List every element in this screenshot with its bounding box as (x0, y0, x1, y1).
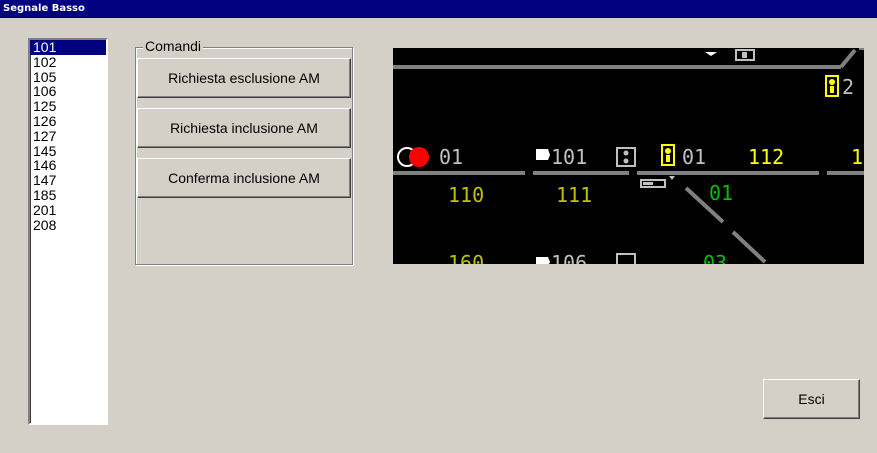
track-label: 03 (703, 251, 727, 264)
signal-label: 106 (551, 251, 587, 264)
signal-list-item[interactable]: 101 (30, 40, 106, 55)
signal-label: 101 (551, 145, 587, 169)
track-label: 01 (709, 181, 733, 205)
diagonal-track (839, 48, 857, 69)
signal-label: 01 (439, 145, 463, 169)
signal-list-item[interactable]: 146 (30, 158, 106, 173)
signal-list-item[interactable]: 208 (30, 217, 106, 233)
track-segment (393, 171, 525, 175)
signal-box-icon (616, 253, 636, 264)
confirm-inclusion-button[interactable]: Conferma inclusione AM (137, 158, 351, 198)
signal-list-item[interactable]: 147 (30, 173, 106, 188)
signal-list-item[interactable]: 105 (30, 69, 106, 85)
signal-label: 2 (842, 75, 854, 99)
track-diagram-panel: 2 01 101 01 112 1 110 111 01 160 106 03 (393, 48, 864, 264)
track-label: 160 (448, 251, 484, 264)
signal-list-item[interactable]: 125 (30, 99, 106, 114)
signal-list-item[interactable]: 106 (30, 84, 106, 99)
track-label: 112 (748, 145, 784, 169)
track-label: 111 (556, 183, 592, 207)
commands-group-label: Comandi (143, 38, 204, 54)
signal-list-item[interactable]: 145 (30, 143, 106, 159)
track-diagram: 2 01 101 01 112 1 110 111 01 160 106 03 (393, 48, 864, 264)
signal-listbox[interactable]: 101 102 105 106 125 126 127 145 146 147 185 201 208 (28, 38, 108, 425)
request-inclusion-button[interactable]: Richiesta inclusione AM (137, 108, 351, 148)
switch-track (731, 230, 767, 264)
signal-head-icon (536, 149, 550, 160)
signal-list-item[interactable]: 185 (30, 188, 106, 203)
signal-triangle-icon (705, 52, 717, 56)
request-exclusion-button[interactable]: Richiesta esclusione AM (137, 58, 351, 98)
track-label: 1 (851, 145, 863, 169)
signal-label: 01 (682, 145, 706, 169)
signal-head-icon (536, 257, 550, 264)
signal-list-item[interactable]: 126 (30, 114, 106, 129)
upper-track (393, 65, 841, 69)
red-signal-icon (409, 147, 429, 167)
signal-list-item[interactable]: 102 (30, 54, 106, 70)
track-segment (533, 171, 629, 175)
track-label: 110 (448, 183, 484, 207)
track-segment (679, 171, 819, 175)
signal-list-item[interactable]: 127 (30, 128, 106, 144)
exit-button[interactable]: Esci (763, 379, 860, 419)
signal-list-item[interactable]: 201 (30, 202, 106, 218)
window-title: Segnale Basso (0, 0, 877, 18)
track-segment (827, 171, 864, 175)
